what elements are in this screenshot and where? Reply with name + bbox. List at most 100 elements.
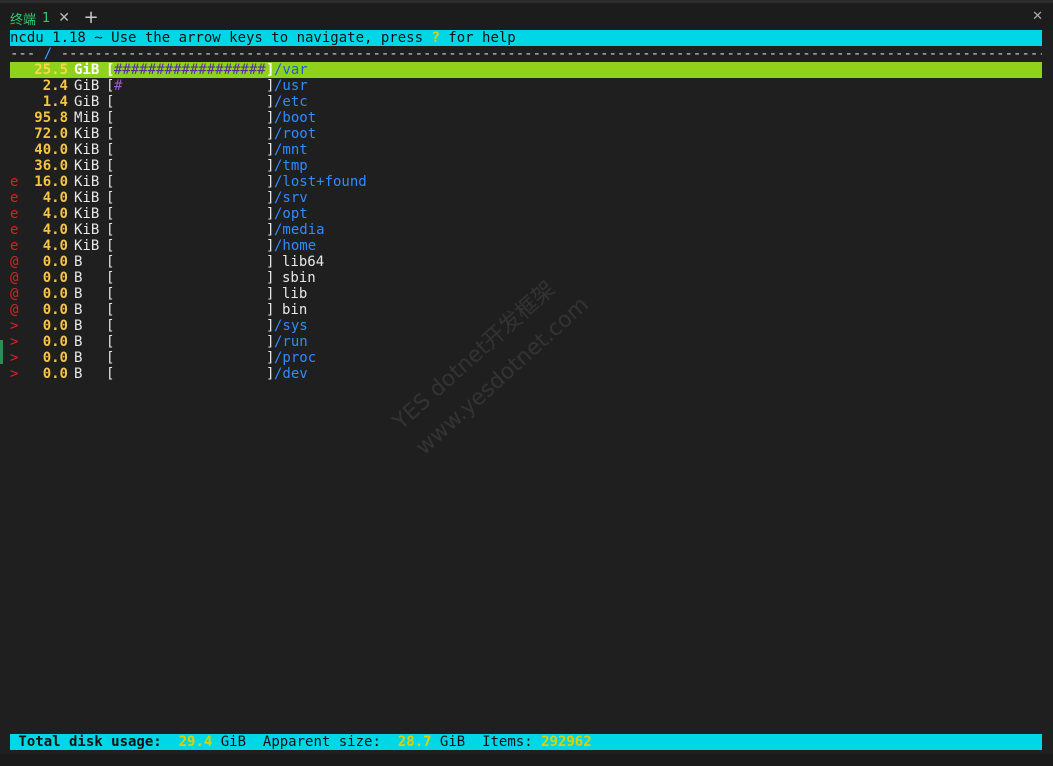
entry-size: 4.0 (42, 222, 68, 238)
entry-name: /lost+found (274, 174, 367, 190)
entry-name: /sys (274, 318, 308, 334)
entry-size: 0.0 (42, 286, 68, 302)
entry-name: /root (274, 126, 317, 142)
ncdu-header: ncdu 1.18 ~ Use the arrow keys to naviga… (10, 30, 1042, 46)
entry-size: 2.4 (42, 78, 68, 94)
entry-unit: MiB (74, 110, 100, 126)
list-item[interactable]: @0.0 B [] lib64 (10, 254, 1042, 270)
entry-flag: @ (10, 270, 19, 286)
bar-open-bracket: [ (106, 174, 115, 190)
items-label: Items: (482, 734, 533, 750)
bar-open-bracket: [ (106, 110, 115, 126)
apparent-unit: GiB (439, 734, 466, 750)
plus-icon[interactable]: + (82, 7, 100, 29)
entry-size: 95.8 (34, 110, 68, 126)
entry-flag: e (10, 206, 19, 222)
entry-unit: KiB (74, 158, 100, 174)
bar-close-bracket: ] (266, 302, 275, 318)
entry-size: 4.0 (42, 190, 68, 206)
bar-open-bracket: [ (106, 190, 115, 206)
bar-open-bracket: [ (106, 334, 115, 350)
bottom-strip (0, 754, 1053, 766)
entry-unit: GiB (74, 78, 100, 94)
entry-flag: > (10, 334, 19, 350)
entry-unit: B (74, 318, 83, 334)
entry-size: 4.0 (42, 206, 68, 222)
bar-open-bracket: [ (106, 350, 115, 366)
list-item[interactable]: 36.0 KiB[]/tmp (10, 158, 1042, 174)
entry-name: lib64 (282, 254, 325, 270)
list-item[interactable]: 1.4 GiB[]/etc (10, 94, 1042, 110)
list-item[interactable]: 40.0 KiB[]/mnt (10, 142, 1042, 158)
bar-open-bracket: [ (106, 94, 115, 110)
entry-size: 0.0 (42, 334, 68, 350)
entry-unit: KiB (74, 174, 100, 190)
list-item[interactable]: e 4.0 KiB[]/srv (10, 190, 1042, 206)
list-item[interactable]: >0.0 B[]/run (10, 334, 1042, 350)
entry-size: 0.0 (42, 254, 68, 270)
list-item[interactable]: 72.0 KiB[]/root (10, 126, 1042, 142)
list-item[interactable]: @0.0 B [] lib (10, 286, 1042, 302)
current-path-line: --- / ----------------------------------… (10, 46, 1042, 62)
list-item[interactable]: >0.0 B[]/sys (10, 318, 1042, 334)
entry-name: /media (274, 222, 325, 238)
entry-unit: KiB (74, 142, 100, 158)
close-icon[interactable]: ✕ (58, 10, 70, 26)
close-icon[interactable]: ✕ (1032, 9, 1043, 24)
bar-open-bracket: [ (106, 142, 115, 158)
bar-open-bracket: [ (106, 366, 115, 382)
list-item[interactable]: 95.8 MiB[]/boot (10, 110, 1042, 126)
bar-open-bracket: [ (106, 318, 115, 334)
list-item[interactable]: @0.0 B [] sbin (10, 270, 1042, 286)
entry-name: /proc (274, 350, 317, 366)
entry-unit: B (74, 286, 83, 302)
entry-flag: > (10, 350, 19, 366)
tab-terminal-1[interactable]: 终端 1 ✕ (4, 5, 72, 31)
entry-flag: > (10, 318, 19, 334)
entry-unit: B (74, 366, 83, 382)
entry-name: /tmp (274, 158, 308, 174)
header-suffix: for help (439, 30, 516, 46)
list-item[interactable]: e 4.0 KiB[]/opt (10, 206, 1042, 222)
total-value: 29.4 (178, 734, 213, 750)
list-item[interactable]: e 16.0 KiB[]/lost+found (10, 174, 1042, 190)
tab-title: 终端 (10, 12, 37, 28)
entry-name: /srv (274, 190, 308, 206)
list-item[interactable]: @0.0 B [] bin (10, 302, 1042, 318)
entry-size: 25.5 (34, 62, 68, 78)
entry-unit: KiB (74, 206, 100, 222)
list-item[interactable]: e 4.0 KiB[]/home (10, 238, 1042, 254)
list-item[interactable]: >0.0 B[]/proc (10, 350, 1042, 366)
bar-open-bracket: [ (106, 126, 115, 142)
bar-open-bracket: [ (106, 158, 115, 174)
bar-open-bracket: [ (106, 238, 115, 254)
terminal-app: 终端 1 ✕ + ✕ ncdu 1.18 ~ Use the arrow key… (0, 0, 1053, 766)
entry-flag: > (10, 366, 19, 382)
list-item[interactable]: e 4.0 KiB[]/media (10, 222, 1042, 238)
usage-bar: # (114, 78, 123, 94)
entry-unit: GiB (74, 62, 100, 78)
tab-number: 1 (42, 10, 51, 26)
entry-flag: @ (10, 254, 19, 270)
bar-open-bracket: [ (106, 270, 115, 286)
header-text: ncdu 1.18 ~ Use the arrow keys to naviga… (10, 30, 432, 46)
entry-size: 0.0 (42, 302, 68, 318)
list-item[interactable]: 2.4 GiB[#]/usr (10, 78, 1042, 94)
entry-unit: KiB (74, 238, 100, 254)
usage-bar: ################## (114, 62, 266, 78)
list-item[interactable]: 25.5 GiB[##################]/var (10, 62, 1042, 78)
items-value: 292962 (541, 734, 592, 750)
entry-flag: e (10, 238, 19, 254)
entry-flag: e (10, 222, 19, 238)
terminal-screen[interactable]: ncdu 1.18 ~ Use the arrow keys to naviga… (10, 30, 1042, 752)
entry-size: 0.0 (42, 350, 68, 366)
bar-open-bracket: [ (106, 254, 115, 270)
list-item[interactable]: >0.0 B[]/dev (10, 366, 1042, 382)
entry-size: 72.0 (34, 126, 68, 142)
entry-unit: B (74, 270, 83, 286)
entry-flag: e (10, 190, 19, 206)
bar-open-bracket: [ (106, 302, 115, 318)
apparent-label: Apparent size: (262, 734, 381, 750)
entry-unit: B (74, 302, 83, 318)
entry-size: 0.0 (42, 318, 68, 334)
